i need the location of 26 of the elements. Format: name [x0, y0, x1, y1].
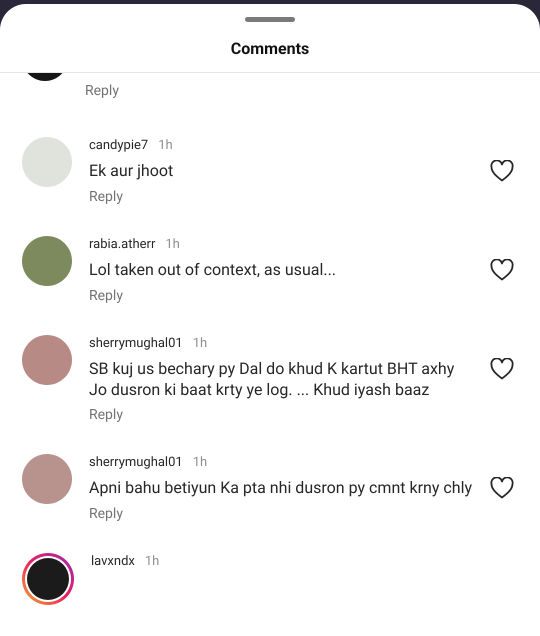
comment-time: 1h: [158, 137, 173, 155]
reply-link[interactable]: Reply: [89, 287, 123, 305]
comment-text: SB kuj us bechary py Dal do khud K kartut BHT axhy Jo dusron ki baat krty ye log. ... Khud iyash baaz: [89, 358, 456, 400]
comment-time: 1h: [192, 335, 208, 353]
username[interactable]: rabia.atherr: [89, 236, 156, 254]
drag-handle[interactable]: [245, 17, 295, 22]
reply-link[interactable]: Reply: [85, 82, 119, 100]
username[interactable]: sherrymughal01: [89, 335, 183, 353]
story-ring-avatar[interactable]: [22, 553, 74, 605]
username[interactable]: candypie7: [89, 137, 148, 155]
comment-text: Apni bahu betiyun Ka pta nhi dusron py cmnt krny chly: [89, 477, 474, 498]
sheet-title: Comments: [230, 38, 310, 60]
comment-time: 1h: [192, 454, 208, 472]
comment-time: 1h: [165, 236, 180, 254]
comment-text: Ek aur jhoot: [89, 160, 174, 181]
username[interactable]: sherrymughal01: [89, 454, 183, 472]
comment-time: 1h: [144, 553, 160, 571]
heart-icon[interactable]: [490, 477, 514, 499]
reply-link[interactable]: Reply: [89, 406, 123, 424]
comment-text: Lol taken out of context, as usual...: [89, 259, 338, 280]
heart-icon[interactable]: [490, 160, 514, 182]
heart-icon[interactable]: [490, 259, 514, 281]
reply-link[interactable]: Reply: [89, 505, 123, 523]
username[interactable]: lavxndx: [91, 553, 135, 571]
heart-icon[interactable]: [490, 358, 514, 380]
reply-link[interactable]: Reply: [89, 188, 123, 206]
